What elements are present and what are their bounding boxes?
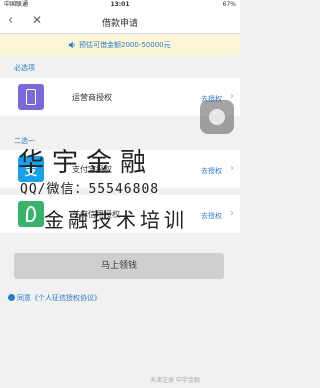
speaker-icon bbox=[68, 41, 75, 49]
watermark-line3: 金融技术培训 bbox=[44, 208, 188, 232]
agreement-prefix: 同意 bbox=[17, 294, 31, 302]
assistive-touch-button[interactable] bbox=[200, 100, 234, 134]
page-title: 借款申请 bbox=[101, 19, 138, 29]
agreement[interactable]: 同意《个人征信授权协议》 bbox=[8, 293, 101, 303]
section-label-required: 必选项 bbox=[14, 64, 35, 72]
operator-auth-label: 运营商授权 bbox=[72, 93, 112, 102]
watermark-line2: QQ/微信：55546808 bbox=[20, 182, 160, 197]
zhima-auth-action[interactable]: 去授权 bbox=[201, 211, 222, 221]
checkbox-icon[interactable] bbox=[8, 294, 15, 301]
chevron-right-icon: › bbox=[230, 91, 234, 102]
chevron-right-icon: › bbox=[230, 163, 234, 174]
agreement-link[interactable]: 《个人征信授权协议》 bbox=[31, 294, 101, 302]
nav-bar: ‹ ✕ 借款申请 bbox=[0, 10, 240, 34]
alipay-auth-action[interactable]: 去授权 bbox=[201, 166, 222, 176]
notice-banner: 预估可借金额2000-50000元 bbox=[0, 35, 240, 55]
phone-icon bbox=[18, 84, 44, 110]
chevron-right-icon: › bbox=[230, 208, 234, 219]
notice-text: 预估可借金额2000-50000元 bbox=[79, 41, 171, 49]
corner-watermark: 天津注册 中宇金融 bbox=[150, 377, 200, 384]
clock: 13:01 bbox=[110, 1, 130, 8]
watermark-line1: 华宇金融 bbox=[18, 148, 155, 178]
zhima-icon bbox=[18, 201, 44, 227]
status-bar: 中国联通 13:01 67% bbox=[0, 0, 240, 10]
battery-indicator: 67% bbox=[222, 1, 236, 8]
apply-button[interactable]: 马上领钱 bbox=[14, 253, 224, 279]
